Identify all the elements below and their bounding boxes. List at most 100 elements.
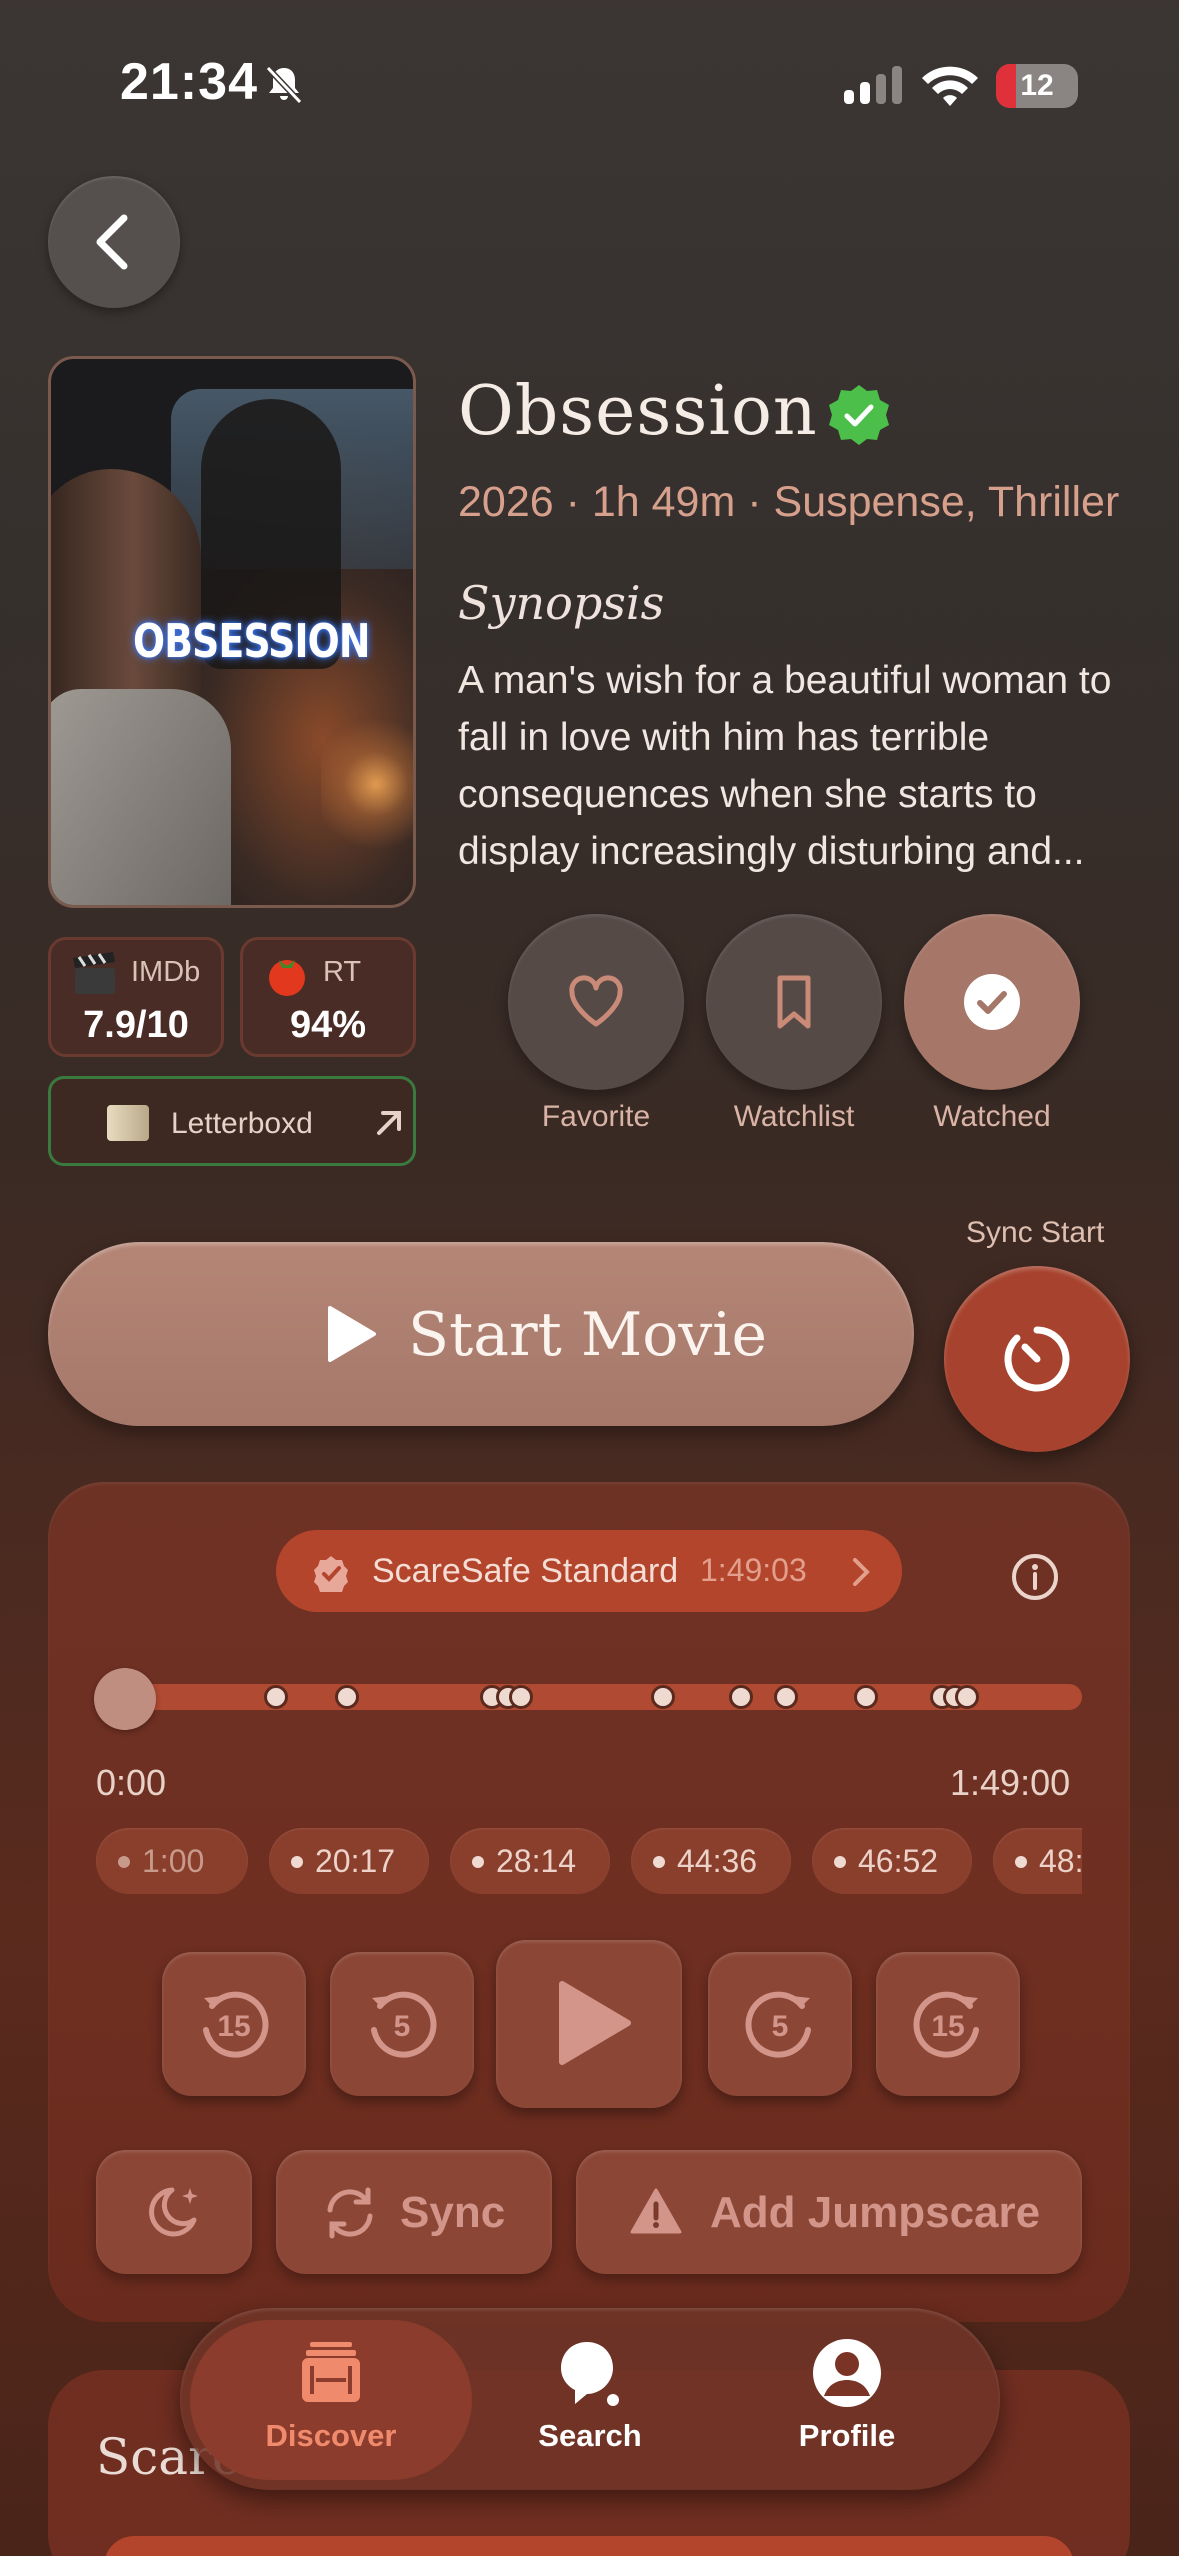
- clapperboard-icon: [73, 952, 115, 994]
- rewind-5-icon: 5: [371, 1991, 437, 2058]
- svg-text:15: 15: [931, 2010, 964, 2043]
- svg-text:15: 15: [217, 2010, 250, 2043]
- jumpscare-chip[interactable]: 28:14: [450, 1828, 610, 1894]
- time-elapsed: 0:00: [96, 1762, 167, 1803]
- jumpscare-marker[interactable]: [728, 1685, 753, 1709]
- verified-badge-icon: [829, 385, 889, 445]
- wifi-icon: [922, 66, 978, 106]
- jumpscare-marker[interactable]: [854, 1685, 879, 1709]
- synopsis-heading: Synopsis: [458, 576, 665, 630]
- battery-indicator: 12: [996, 64, 1078, 108]
- jumpscare-marker[interactable]: [954, 1685, 979, 1709]
- forward-5-button[interactable]: 5: [708, 1952, 852, 2096]
- scare-section-bar[interactable]: [104, 2536, 1074, 2556]
- jumpscare-dot: [653, 1856, 665, 1868]
- jumpscare-time: 28:14: [496, 1843, 577, 1879]
- jumpscare-dot: [834, 1856, 846, 1868]
- checkmark-circle-icon: [964, 974, 1020, 1030]
- warning-icon: [630, 2188, 682, 2234]
- watchlist-label: Watchlist: [733, 1100, 855, 1133]
- favorite-button[interactable]: [508, 914, 684, 1090]
- sync-start-button[interactable]: [944, 1266, 1130, 1452]
- night-mode-button[interactable]: [96, 2150, 252, 2274]
- synopsis-text[interactable]: A man's wish for a beautiful woman to fa…: [458, 652, 1118, 880]
- play-icon: [559, 1981, 631, 2065]
- film-icon: [302, 2342, 360, 2402]
- imdb-rating[interactable]: IMDb 7.9/10: [48, 937, 224, 1057]
- svg-text:5: 5: [394, 2010, 411, 2043]
- tab-search-label: Search: [538, 2418, 642, 2453]
- jumpscare-time: 20:17: [315, 1843, 396, 1879]
- sync-button[interactable]: Sync: [276, 2150, 552, 2274]
- jumpscare-list: 1:00 20:17 28:14 44:36 46:52 48:: [96, 1828, 1082, 1898]
- moon-stars-icon: [149, 2187, 198, 2237]
- jumpscare-chip[interactable]: 46:52: [812, 1828, 972, 1894]
- scaresafe-duration: 1:49:03: [700, 1552, 807, 1588]
- forward-15-button[interactable]: 15: [876, 1952, 1020, 2096]
- jumpscare-time: 46:52: [858, 1843, 939, 1879]
- search-icon: [561, 2342, 619, 2406]
- rt-value: 94%: [289, 1004, 367, 1046]
- movie-poster: OBSESSION: [48, 356, 416, 908]
- bookmark-icon: [777, 975, 811, 1029]
- sync-icon: [327, 2187, 373, 2239]
- tab-discover[interactable]: Discover: [221, 2336, 441, 2454]
- cellular-signal-icon: [844, 66, 902, 104]
- scaresafe-mode-label: ScareSafe Standard: [372, 1552, 679, 1590]
- letterboxd-label: Letterboxd: [171, 1107, 313, 1140]
- jumpscare-dot: [118, 1856, 130, 1868]
- status-time: 21:34: [120, 53, 258, 111]
- shield-check-icon: [314, 1556, 348, 1592]
- tab-profile[interactable]: Profile: [737, 2336, 957, 2454]
- jumpscare-chip[interactable]: 20:17: [269, 1828, 429, 1894]
- jumpscare-time: 1:00: [142, 1843, 205, 1879]
- add-jumpscare-button[interactable]: Add Jumpscare: [576, 2150, 1082, 2274]
- rewind-15-icon: 15: [203, 1991, 269, 2058]
- forward-15-icon: 15: [913, 1991, 979, 2058]
- watchlist-button[interactable]: [706, 914, 882, 1090]
- tomato-icon: [269, 960, 305, 996]
- tab-search[interactable]: Search: [480, 2336, 700, 2454]
- jumpscare-time: 44:36: [677, 1843, 758, 1879]
- play-icon: [328, 1306, 376, 1362]
- start-movie-button[interactable]: Start Movie: [48, 1242, 914, 1426]
- rt-label: RT: [323, 956, 362, 988]
- svg-text:5: 5: [772, 2010, 789, 2043]
- jumpscare-marker[interactable]: [650, 1685, 675, 1709]
- bell-muted-icon: [265, 65, 303, 105]
- watched-button[interactable]: [904, 914, 1080, 1090]
- jumpscare-time: 48:: [1039, 1843, 1082, 1879]
- letterboxd-icon: [107, 1105, 149, 1141]
- rotten-tomatoes-rating[interactable]: RT 94%: [240, 937, 416, 1057]
- chevron-left-icon: [96, 214, 128, 270]
- jumpscare-chip[interactable]: 1:00: [96, 1828, 248, 1894]
- jumpscare-marker[interactable]: [508, 1685, 533, 1709]
- sync-label: Sync: [400, 2188, 506, 2237]
- tab-profile-label: Profile: [798, 2418, 896, 2453]
- timer-icon: [1004, 1326, 1070, 1392]
- letterboxd-link[interactable]: Letterboxd: [48, 1076, 416, 1166]
- back-button[interactable]: [48, 176, 180, 308]
- chevron-right-icon: [853, 1558, 870, 1586]
- jumpscare-chip[interactable]: 44:36: [631, 1828, 791, 1894]
- arrow-up-right-icon: [377, 1111, 401, 1135]
- jumpscare-marker[interactable]: [774, 1685, 799, 1709]
- play-button[interactable]: [496, 1940, 682, 2108]
- info-icon[interactable]: [1010, 1552, 1060, 1602]
- jumpscare-dot: [472, 1856, 484, 1868]
- add-jumpscare-label: Add Jumpscare: [710, 2188, 1041, 2237]
- scaresafe-mode-button[interactable]: ScareSafe Standard 1:49:03: [276, 1530, 902, 1612]
- rewind-15-button[interactable]: 15: [162, 1952, 306, 2096]
- poster-title: OBSESSION: [133, 614, 371, 668]
- imdb-value: 7.9/10: [83, 1004, 189, 1046]
- jumpscare-chip[interactable]: 48:: [993, 1828, 1082, 1894]
- sync-start-label: Sync Start: [966, 1216, 1105, 1249]
- rewind-5-button[interactable]: 5: [330, 1952, 474, 2096]
- forward-5-icon: 5: [745, 1991, 811, 2058]
- movie-meta: 2026 · 1h 49m · Suspense, Thriller: [458, 478, 1120, 526]
- movie-title: Obsession: [458, 372, 818, 451]
- heart-icon: [569, 975, 623, 1027]
- user-icon: [813, 2339, 881, 2407]
- favorite-label: Favorite: [541, 1100, 651, 1133]
- timeline-scrubber[interactable]: [94, 1668, 156, 1730]
